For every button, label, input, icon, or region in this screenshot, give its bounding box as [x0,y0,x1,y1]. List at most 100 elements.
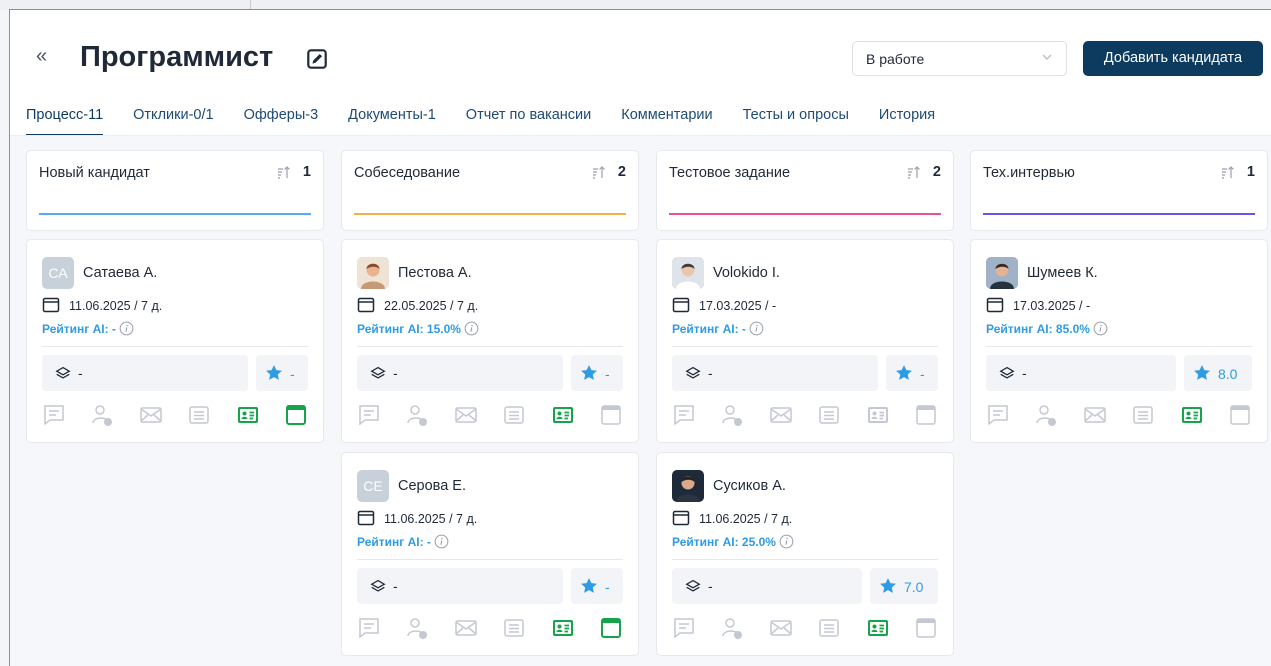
calendar-icon [42,297,60,313]
score-field[interactable]: - [256,355,308,391]
tab-4[interactable]: Отчет по вакансии [466,106,591,136]
list-icon[interactable] [817,616,841,640]
score-field[interactable]: 7.0 [870,568,938,604]
info-icon[interactable] [779,534,794,549]
candidate-card[interactable]: СА Сатаева А. 11.06.2025 / 7 д. Рейтинг … [26,239,324,443]
candidate-name[interactable]: Сатаева А. [83,265,157,281]
comment-icon[interactable] [42,403,66,427]
add-candidate-button[interactable]: Добавить кандидата [1083,41,1263,76]
person-status-icon[interactable] [405,403,429,427]
candidate-name[interactable]: Volokido I. [713,265,780,281]
tab-2[interactable]: Офферы-3 [244,106,319,136]
calendar-event-icon[interactable] [599,403,623,427]
avatar-initials: СА [48,265,68,281]
tab-5[interactable]: Комментарии [621,106,712,136]
avatar [986,257,1018,289]
info-icon[interactable] [434,534,449,549]
comment-icon[interactable] [357,403,381,427]
mail-icon[interactable] [769,616,793,640]
info-icon[interactable] [464,321,479,336]
column-color-bar [983,213,1255,215]
profile-card-icon[interactable] [236,403,260,427]
candidate-card[interactable]: Пестова А. 22.05.2025 / 7 д. Рейтинг AI:… [341,239,639,443]
person-status-icon[interactable] [720,616,744,640]
comment-icon[interactable] [672,403,696,427]
vacancy-header: « Программист В работе Добавить кандидат… [10,10,1271,90]
person-status-icon[interactable] [720,403,744,427]
edit-icon[interactable] [306,48,328,70]
profile-card-icon[interactable] [866,616,890,640]
ai-rating: Рейтинг AI: - [42,321,134,336]
list-icon[interactable] [1131,403,1155,427]
column-title: Собеседование [354,165,461,181]
profile-card-icon[interactable] [551,403,575,427]
info-icon[interactable] [1093,321,1108,336]
layers-field[interactable]: - [42,355,248,391]
score-value: - [605,579,610,595]
column-header: Собеседование 2 [341,150,639,231]
layers-field[interactable]: - [357,568,563,604]
layers-field[interactable]: - [672,355,878,391]
mail-icon[interactable] [454,616,478,640]
person-status-icon[interactable] [90,403,114,427]
list-icon[interactable] [187,403,211,427]
list-icon[interactable] [502,403,526,427]
list-icon[interactable] [817,403,841,427]
status-select[interactable]: В работе [852,41,1067,76]
status-value: В работе [866,51,925,67]
candidate-card[interactable]: Volokido I. 17.03.2025 / - Рейтинг AI: -… [656,239,954,443]
tab-3[interactable]: Документы-1 [348,106,436,136]
profile-card-icon[interactable] [866,403,890,427]
calendar-event-icon[interactable] [284,403,308,427]
card-actions [672,403,938,429]
collapse-icon[interactable]: « [36,46,47,66]
score-field[interactable]: - [571,355,623,391]
candidate-card[interactable]: СЕ Серова Е. 11.06.2025 / 7 д. Рейтинг A… [341,452,639,656]
person-status-icon[interactable] [405,616,429,640]
column-count: 2 [932,164,941,180]
candidate-name[interactable]: Пестова А. [398,265,472,281]
info-icon[interactable] [749,321,764,336]
calendar-event-icon[interactable] [599,616,623,640]
profile-card-icon[interactable] [551,616,575,640]
calendar-event-icon[interactable] [914,403,938,427]
comment-icon[interactable] [986,403,1010,427]
layers-field[interactable]: - [357,355,563,391]
candidate-card[interactable]: Сусиков А. 11.06.2025 / 7 д. Рейтинг AI:… [656,452,954,656]
layers-field[interactable]: - [986,355,1176,391]
score-field[interactable]: - [571,568,623,604]
comment-icon[interactable] [357,616,381,640]
ai-rating-text: Рейтинг AI: 15.0% [357,322,461,336]
candidate-name[interactable]: Сусиков А. [713,478,786,494]
person-status-icon[interactable] [1034,403,1058,427]
candidate-dates: 11.06.2025 / 7 д. [699,512,793,526]
calendar-event-icon[interactable] [1228,403,1252,427]
candidate-name[interactable]: Шумеев К. [1027,265,1098,281]
layers-value: - [708,578,713,594]
sort-icon[interactable] [277,165,291,179]
tab-6[interactable]: Тесты и опросы [743,106,849,136]
info-icon[interactable] [119,321,134,336]
list-icon[interactable] [502,616,526,640]
tab-1[interactable]: Отклики-0/1 [133,106,213,136]
mail-icon[interactable] [769,403,793,427]
comment-icon[interactable] [672,616,696,640]
calendar-icon [672,297,690,313]
score-field[interactable]: 8.0 [1184,355,1252,391]
tab-0[interactable]: Процесс-11 [26,106,104,136]
tab-7[interactable]: История [879,106,935,136]
mail-icon[interactable] [139,403,163,427]
sort-icon[interactable] [592,165,606,179]
layers-field[interactable]: - [672,568,862,604]
candidate-card[interactable]: Шумеев К. 17.03.2025 / - Рейтинг AI: 85.… [970,239,1268,443]
score-field[interactable]: - [886,355,938,391]
column-color-bar [39,213,311,215]
calendar-event-icon[interactable] [914,616,938,640]
mail-icon[interactable] [454,403,478,427]
ai-rating: Рейтинг AI: - [672,321,764,336]
sort-icon[interactable] [1221,165,1235,179]
candidate-name[interactable]: Серова Е. [398,478,466,494]
sort-icon[interactable] [907,165,921,179]
mail-icon[interactable] [1083,403,1107,427]
profile-card-icon[interactable] [1180,403,1204,427]
